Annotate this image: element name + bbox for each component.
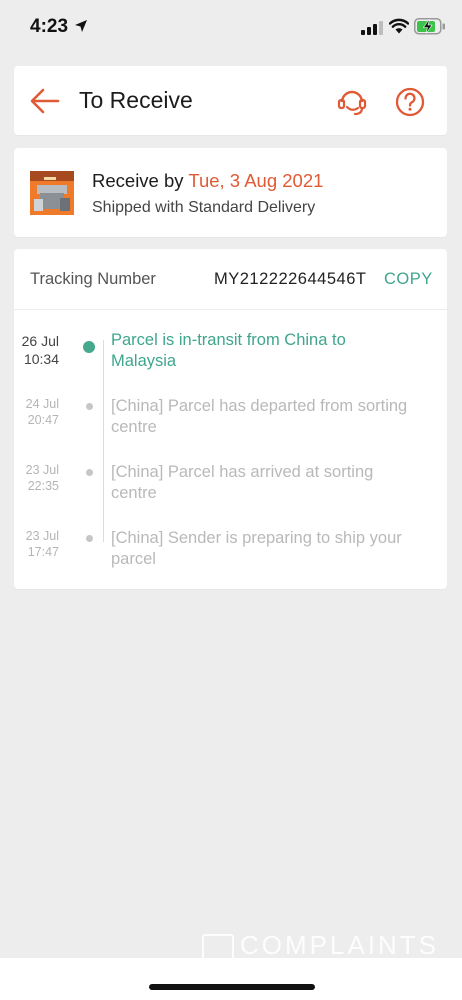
customer-support-icon[interactable] <box>336 87 368 117</box>
timeline-dot <box>86 403 93 410</box>
timeline-dot <box>86 535 93 542</box>
event-day: 23 Jul <box>25 463 59 477</box>
product-thumbnail <box>30 171 74 215</box>
event-day: 23 Jul <box>25 529 59 543</box>
event-date: 23 Jul 22:35 <box>26 462 59 494</box>
tracking-number: MY212222644546T <box>214 270 367 288</box>
event-text: [China] Sender is preparing to ship your… <box>111 529 402 568</box>
wifi-icon <box>389 18 409 34</box>
receive-by-line: Receive by Tue, 3 Aug 2021 <box>92 170 323 192</box>
event-day: 24 Jul <box>25 397 59 411</box>
event-date: 24 Jul 20:47 <box>26 396 59 428</box>
tracking-number-label: Tracking Number <box>30 270 156 288</box>
event-date: 26 Jul 10:34 <box>22 332 59 368</box>
event-time: 20:47 <box>27 413 59 427</box>
back-arrow-icon[interactable] <box>30 88 60 114</box>
home-indicator[interactable] <box>149 984 315 990</box>
delivery-card: Receive by Tue, 3 Aug 2021 Shipped with … <box>14 148 447 237</box>
timeline-dot <box>86 469 93 476</box>
watermark: COMPLAINTS <box>240 930 440 960</box>
battery-charging-icon <box>414 18 445 35</box>
help-icon[interactable] <box>395 87 425 117</box>
event-text: Parcel is in-transit from China to Malay… <box>111 331 346 370</box>
receive-date: Tue, 3 Aug 2021 <box>188 170 324 191</box>
copy-button[interactable]: COPY <box>384 270 433 289</box>
timeline-line <box>103 340 104 542</box>
home-indicator-area <box>0 958 462 1000</box>
event-date: 23 Jul 17:47 <box>26 528 59 560</box>
event-time: 22:35 <box>27 479 59 493</box>
location-arrow-icon <box>75 20 87 32</box>
page-title: To Receive <box>79 87 193 113</box>
event-time: 10:34 <box>23 351 59 367</box>
status-bar: 4:23 <box>0 0 462 58</box>
signal-icon <box>361 21 383 35</box>
receive-by-label: Receive by <box>92 170 189 191</box>
header-bar: To Receive <box>14 66 447 135</box>
status-time: 4:23 <box>30 16 69 37</box>
shipping-method: Shipped with Standard Delivery <box>92 199 316 216</box>
divider <box>14 309 447 310</box>
event-time: 17:47 <box>27 545 59 559</box>
event-day: 26 Jul <box>21 333 59 349</box>
timeline-dot-active <box>83 341 95 353</box>
event-text: [China] Parcel has departed from sorting… <box>111 397 408 436</box>
event-text: [China] Parcel has arrived at sorting ce… <box>111 463 374 502</box>
